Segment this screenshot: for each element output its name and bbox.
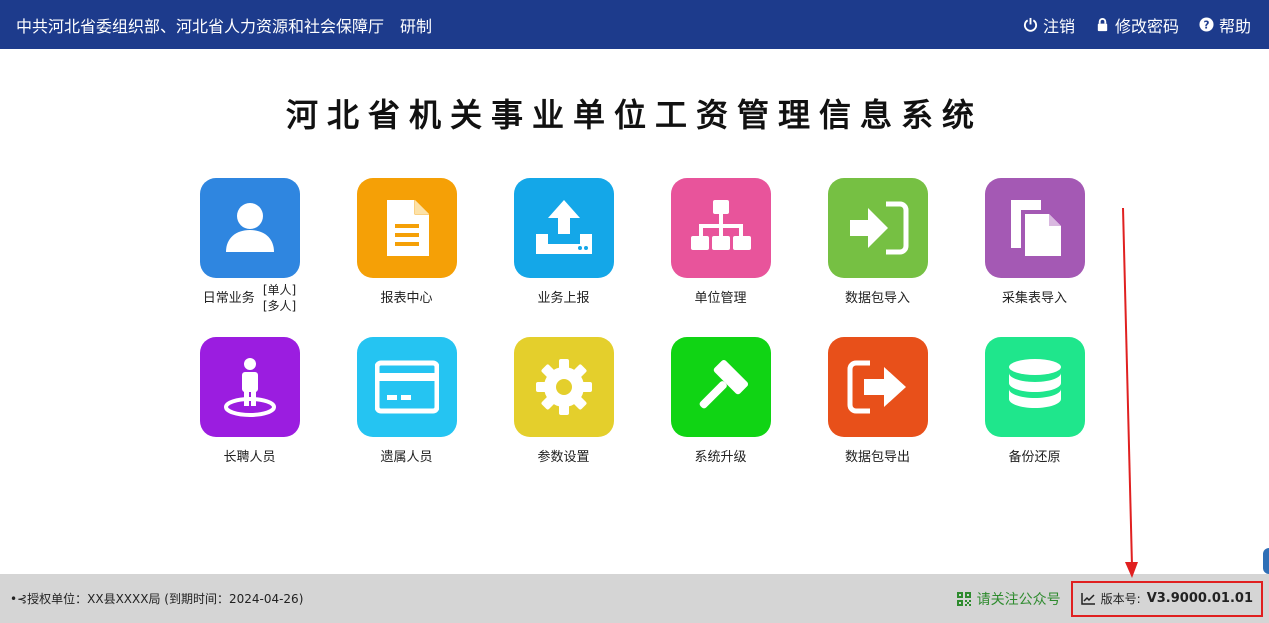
tile-system-upgrade[interactable]: 系统升级 (642, 337, 799, 474)
tile-data-export[interactable]: 数据包导出 (799, 337, 956, 474)
tile-form-import[interactable]: 采集表导入 (956, 178, 1113, 315)
org-info: 中共河北省委组织部、河北省人力资源和社会保障厅 研制 (16, 13, 432, 37)
tile-label: 数据包导出 (844, 450, 910, 465)
tile-daily-business[interactable]: 日常业务 [单人] [多人] (171, 178, 328, 315)
help-button[interactable]: ? 帮助 (1199, 13, 1251, 37)
side-widget[interactable] (1263, 548, 1269, 574)
version-box: 版本号: V3.9000.01.01 (1070, 580, 1263, 617)
user-icon (225, 203, 274, 252)
tile-label: 参数设置 (537, 450, 590, 465)
card-icon (374, 360, 439, 414)
tile-survivor-staff[interactable]: 遗属人员 (328, 337, 485, 474)
power-icon (1023, 17, 1038, 32)
qrcode-icon (956, 591, 971, 606)
tile-parameter-settings[interactable]: 参数设置 (485, 337, 642, 474)
tile-icon-box (513, 178, 614, 278)
help-label: 帮助 (1218, 16, 1251, 36)
person-standing-icon (223, 358, 276, 417)
tile-label: 报表中心 (380, 291, 433, 306)
svg-text:?: ? (1203, 19, 1209, 31)
version-label: 版本号: (1100, 592, 1141, 606)
follow-official-account-link[interactable]: 请关注公众号 (956, 589, 1061, 609)
question-icon: ? (1199, 17, 1214, 32)
document-icon (386, 200, 429, 256)
single-person-link[interactable]: [单人] (263, 282, 296, 298)
follow-label: 请关注公众号 (976, 591, 1061, 608)
change-password-button[interactable]: 修改密码 (1095, 13, 1179, 37)
tile-icon-box (827, 337, 928, 437)
tile-data-import[interactable]: 数据包导入 (799, 178, 956, 315)
tile-icon-box (356, 337, 457, 437)
tile-icon-box (513, 337, 614, 437)
tile-report-center[interactable]: 报表中心 (328, 178, 485, 315)
tile-icon-box (984, 337, 1085, 437)
import-icon (849, 201, 908, 255)
logout-button[interactable]: 注销 (1023, 13, 1075, 37)
tile-unit-management[interactable]: 单位管理 (642, 178, 799, 315)
tile-icon-box (199, 178, 300, 278)
footer-bar: •⊰授权单位：XX县XXXX局 (到期时间：2024-04-26) 请关注公众号… (0, 574, 1269, 623)
header-actions: 注销 修改密码 ? 帮助 (1023, 13, 1251, 37)
upload-icon (535, 200, 592, 254)
tile-icon-box (199, 337, 300, 437)
tile-icon-box (670, 178, 771, 278)
license-info: •⊰授权单位：XX县XXXX局 (到期时间：2024-04-26) (10, 592, 304, 606)
tile-label: 备份还原 (1008, 450, 1061, 465)
tile-business-report[interactable]: 业务上报 (485, 178, 642, 315)
tile-icon-box (984, 178, 1085, 278)
tile-label: 数据包导入 (844, 291, 910, 306)
org-chart-icon (690, 200, 751, 250)
copy-icon (1010, 200, 1061, 256)
lock-icon (1097, 18, 1108, 32)
tile-label: 采集表导入 (1001, 291, 1067, 306)
page-title: 河北省机关事业单位工资管理信息系统 (285, 96, 983, 134)
database-icon (1008, 359, 1061, 408)
tile-icon-box (670, 337, 771, 437)
org-text: 中共河北省委组织部、河北省人力资源和社会保障厅 (16, 16, 385, 36)
tile-icon-box (827, 178, 928, 278)
tile-label: 遗属人员 (380, 450, 433, 465)
version-value: V3.9000.01.01 (1146, 591, 1253, 606)
tile-label: 日常业务 (202, 291, 255, 306)
tile-label-group: 日常业务 [单人] [多人] (202, 282, 296, 313)
tile-label: 长聘人员 (223, 450, 276, 465)
logout-label: 注销 (1042, 16, 1075, 36)
tile-backup-restore[interactable]: 备份还原 (956, 337, 1113, 474)
app-grid: 日常业务 [单人] [多人] 报表中心 业务上报 单位管理 数据包导入 采集表导… (171, 178, 1113, 474)
change-password-label: 修改密码 (1114, 16, 1179, 36)
tile-long-term-staff[interactable]: 长聘人员 (171, 337, 328, 474)
made-by-text: 研制 (400, 16, 433, 36)
tile-label: 单位管理 (694, 291, 747, 306)
export-icon (847, 360, 906, 414)
tile-label: 业务上报 (537, 291, 590, 306)
tile-icon-box (356, 178, 457, 278)
tile-label: 系统升级 (694, 450, 747, 465)
line-chart-icon (1080, 592, 1095, 605)
multi-person-link[interactable]: [多人] (263, 298, 296, 314)
gavel-icon (699, 359, 748, 409)
gear-icon (535, 359, 592, 415)
top-bar: 中共河北省委组织部、河北省人力资源和社会保障厅 研制 注销 修改密码 ? 帮助 (0, 0, 1269, 49)
